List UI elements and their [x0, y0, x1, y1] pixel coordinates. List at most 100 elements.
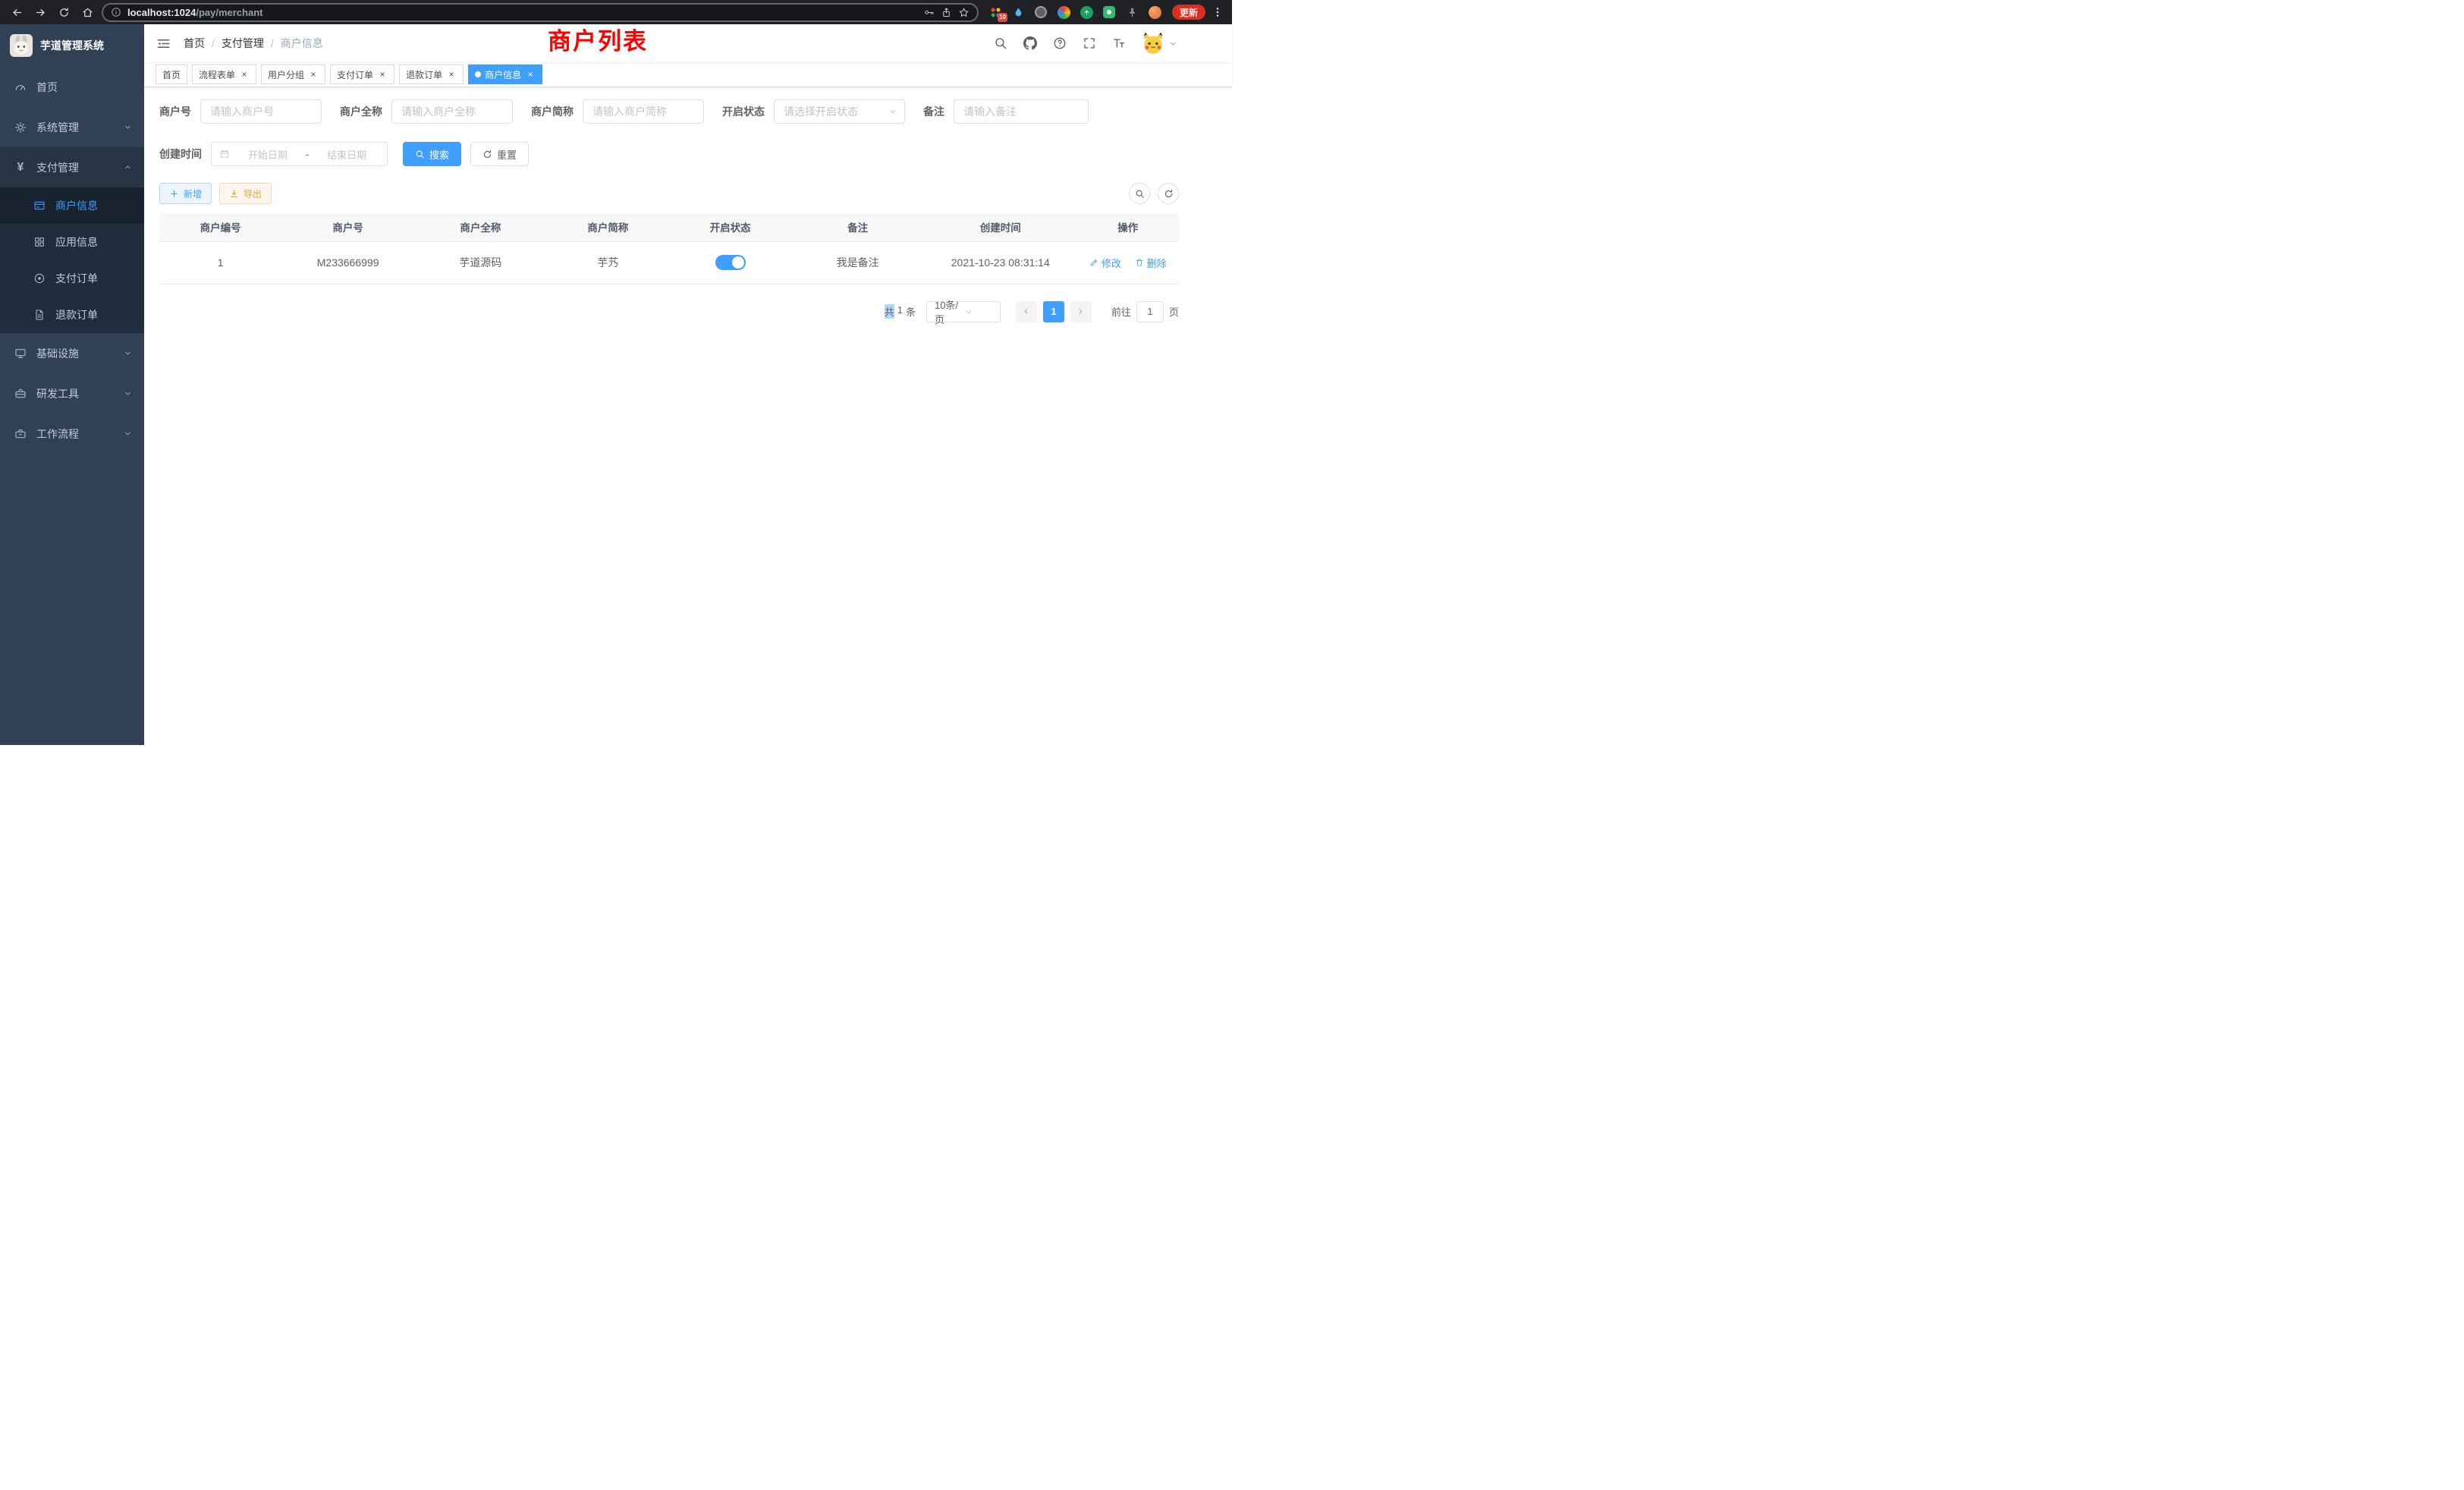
red-annotation-label: 商户列表: [548, 28, 648, 55]
tab-process-form[interactable]: 流程表单×: [192, 64, 256, 84]
breadcrumb-separator: /: [212, 37, 215, 49]
close-icon[interactable]: ×: [377, 69, 388, 80]
extensions-menu-icon[interactable]: 10: [988, 5, 1003, 20]
tab-merchant-info[interactable]: 商户信息×: [468, 64, 542, 84]
page-size-value: 10条/页: [935, 297, 965, 326]
browser-home-button[interactable]: [78, 3, 96, 21]
merchant-no-input[interactable]: [200, 99, 322, 124]
close-icon[interactable]: ×: [446, 69, 457, 80]
navbar-actions: [994, 32, 1232, 55]
sidebar-item-refund-orders[interactable]: 退款订单: [0, 297, 144, 333]
github-icon[interactable]: [1023, 36, 1037, 50]
table-header-row: 商户编号 商户号 商户全称 商户简称 开启状态 备注 创建时间 操作: [159, 213, 1179, 241]
browser-update-button[interactable]: 更新: [1172, 5, 1205, 20]
browser-back-button[interactable]: [8, 3, 26, 21]
search-button[interactable]: 搜索: [403, 142, 461, 166]
fullscreen-icon[interactable]: [1083, 36, 1096, 50]
add-button[interactable]: 新增: [159, 183, 212, 204]
date-range-picker[interactable]: 开始日期 - 结束日期: [211, 142, 388, 166]
field-label: 创建时间: [159, 146, 202, 162]
col-header-short-name: 商户简称: [547, 213, 669, 241]
page-1-button[interactable]: 1: [1043, 301, 1064, 322]
extension-color-wheel-icon[interactable]: [1057, 5, 1071, 20]
filter-row-1: 商户号 商户全称 商户简称 开启状态 请选择开启状态: [159, 99, 1179, 124]
close-icon[interactable]: ×: [308, 69, 319, 80]
close-icon[interactable]: ×: [525, 69, 536, 80]
browser-menu-icon[interactable]: [1211, 3, 1224, 21]
font-size-icon[interactable]: [1112, 36, 1126, 50]
close-icon[interactable]: ×: [239, 69, 250, 80]
extension-gray-circle-icon[interactable]: [1034, 5, 1048, 20]
active-dot: [475, 71, 481, 77]
extension-drop-icon[interactable]: [1011, 5, 1026, 20]
page-size-select[interactable]: 10条/页: [926, 301, 1001, 322]
sidebar-item-workflow[interactable]: 工作流程: [0, 413, 144, 454]
filter-row-2: 创建时间 开始日期 - 结束日期 搜索 重置: [159, 142, 1179, 166]
sidebar-item-infrastructure[interactable]: 基础设施: [0, 333, 144, 373]
sidebar-item-label: 首页: [36, 80, 58, 95]
sidebar-item-home[interactable]: 首页: [0, 67, 144, 107]
prev-page-button[interactable]: [1016, 301, 1037, 322]
delete-link[interactable]: 删除: [1135, 256, 1167, 270]
filter-status: 开启状态 请选择开启状态: [722, 99, 905, 124]
payment-submenu: 商户信息 应用信息 支付订单 退款订单: [0, 187, 144, 333]
tab-user-group[interactable]: 用户分组×: [261, 64, 325, 84]
next-page-button[interactable]: [1070, 301, 1092, 322]
col-header-id: 商户编号: [159, 213, 281, 241]
header-search-icon[interactable]: [994, 36, 1007, 50]
share-icon[interactable]: [941, 7, 952, 18]
refresh-button[interactable]: [1158, 183, 1179, 204]
extension-pin-icon[interactable]: [1125, 5, 1139, 20]
short-name-input[interactable]: [583, 99, 704, 124]
page-content: 商户号 商户全称 商户简称 开启状态 请选择开启状态: [144, 87, 1232, 745]
browser-forward-button[interactable]: [31, 3, 49, 21]
password-key-icon[interactable]: [923, 7, 935, 18]
site-info-icon[interactable]: [111, 7, 121, 17]
field-label: 开启状态: [722, 104, 765, 119]
tab-payment-orders[interactable]: 支付订单×: [330, 64, 394, 84]
browser-reload-button[interactable]: [55, 3, 73, 21]
goto-page-input[interactable]: [1136, 301, 1164, 322]
help-icon[interactable]: [1053, 36, 1067, 50]
cell-merchant-no: M233666999: [281, 241, 414, 284]
filter-create-time: 创建时间 开始日期 - 结束日期: [159, 142, 388, 166]
sidebar-item-app-info[interactable]: 应用信息: [0, 224, 144, 260]
status-select[interactable]: 请选择开启状态: [774, 99, 905, 124]
avatar: [1142, 32, 1164, 55]
sidebar-toggle-icon[interactable]: [156, 36, 171, 51]
edit-link[interactable]: 修改: [1089, 256, 1121, 270]
tab-refund-orders[interactable]: 退款订单×: [399, 64, 464, 84]
tags-bar: 首页 流程表单× 用户分组× 支付订单× 退款订单× 商户信息×: [144, 62, 1232, 87]
sidebar-item-payment[interactable]: ¥ 支付管理: [0, 147, 144, 187]
url-host: localhost:1024: [127, 7, 196, 18]
extension-green-square-icon[interactable]: [1102, 5, 1117, 20]
extension-profile-icon[interactable]: [1148, 5, 1162, 20]
sidebar-item-merchant-info[interactable]: 商户信息: [0, 187, 144, 224]
reset-button[interactable]: 重置: [470, 142, 529, 166]
document-icon: [33, 309, 46, 321]
app-logo[interactable]: 芋道管理系统: [0, 24, 144, 67]
tab-home[interactable]: 首页: [156, 64, 187, 84]
bookmark-star-icon[interactable]: [958, 7, 970, 18]
address-bar[interactable]: localhost:1024/pay/merchant: [102, 3, 979, 22]
breadcrumb-payment[interactable]: 支付管理: [222, 36, 264, 51]
breadcrumb-current: 商户信息: [281, 36, 323, 51]
target-icon: [33, 272, 46, 284]
logo-image-icon: [10, 34, 33, 57]
sidebar-item-payment-orders[interactable]: 支付订单: [0, 260, 144, 297]
remark-input[interactable]: [954, 99, 1089, 124]
full-name-input[interactable]: [391, 99, 513, 124]
sidebar-item-system[interactable]: 系统管理: [0, 107, 144, 147]
delete-link-label: 删除: [1147, 256, 1167, 270]
export-button[interactable]: 导出: [219, 183, 272, 204]
status-toggle[interactable]: [715, 255, 746, 270]
chevron-down-icon: [124, 123, 132, 131]
browser-extensions: 10: [984, 5, 1167, 20]
toggle-search-button[interactable]: [1129, 183, 1150, 204]
sidebar-item-dev-tools[interactable]: 研发工具: [0, 373, 144, 413]
user-avatar-menu[interactable]: [1142, 32, 1177, 55]
extension-green-circle-icon[interactable]: [1080, 5, 1094, 20]
chevron-down-icon: [964, 307, 995, 316]
col-header-merchant-no: 商户号: [281, 213, 414, 241]
breadcrumb-home[interactable]: 首页: [184, 36, 205, 51]
